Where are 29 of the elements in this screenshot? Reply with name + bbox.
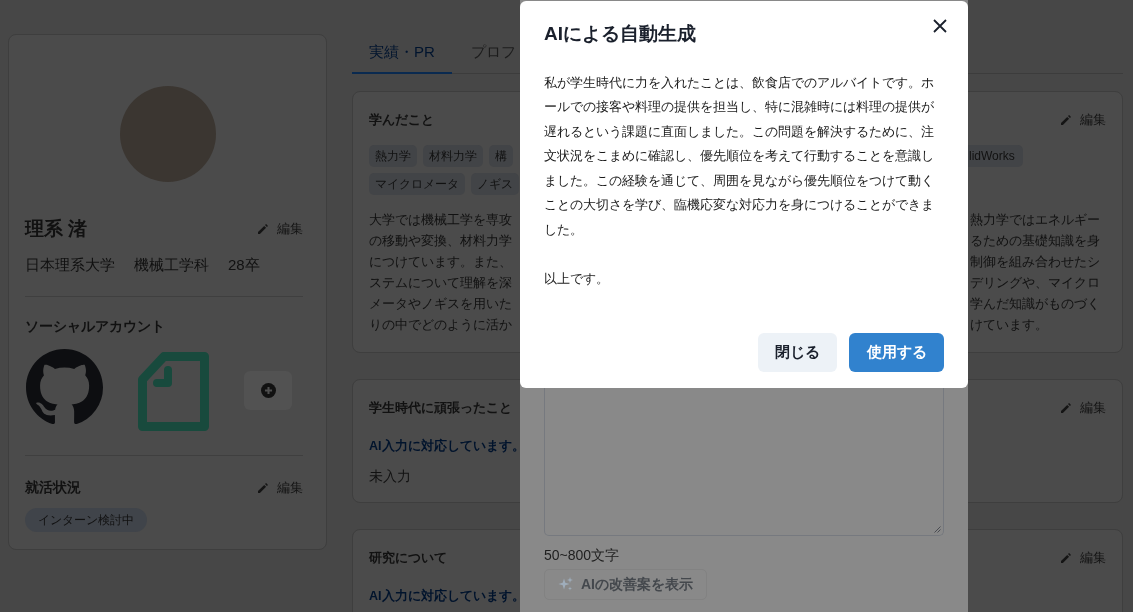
pencil-icon — [258, 224, 268, 234]
close-button[interactable] — [933, 19, 947, 33]
use-button[interactable]: 使用する — [849, 333, 944, 372]
section-title: 就活状況 — [25, 479, 81, 497]
card-title: 研究について — [369, 549, 447, 567]
section-title: ソーシャルアカウント — [25, 318, 166, 336]
user-name: 理系 渚 — [25, 217, 88, 241]
character-limit-text: 50~800文字 — [544, 546, 620, 565]
dialog-title: AIによる自動生成 — [544, 22, 696, 46]
close-dialog-button[interactable]: 閉じる — [758, 333, 837, 372]
ai-support-note: AI入力に対応しています。 — [369, 437, 525, 455]
ai-support-note: AI入力に対応しています。 — [369, 587, 525, 605]
dialog-text: 私が学生時代に力を入れたことは、飲食店でのアルバイトです。ホールでの接客や料理の提供を担当し、特に混雑時には料理の提供が遅れるという課題に直面しました。この問題を解決するために、注文状況をこまめに確認し、優先順位を考えて行動することを意識しました。この経験を通じて、周囲を見ながら優先順位をつけて動くことの大切さを学び、臨機応変な対応力を身につけることができました。 — [544, 73, 935, 239]
add-account-button[interactable] — [244, 371, 292, 410]
resize-handle-icon[interactable] — [933, 525, 941, 533]
close-icon — [933, 19, 947, 33]
dialog-text: 以上です。 — [544, 269, 610, 288]
tab[interactable]: 実績・PR — [352, 34, 452, 74]
plus-circle-icon — [260, 383, 276, 398]
affiliation-text: 28卒 — [228, 255, 260, 275]
pencil-icon — [1061, 115, 1071, 125]
sparkle-icon — [558, 577, 573, 592]
field-value: 未入力 — [369, 467, 411, 486]
card-title: 学生時代に頑張ったこと — [369, 399, 512, 417]
github-logo-icon[interactable] — [26, 349, 103, 426]
pencil-icon — [1061, 403, 1071, 413]
pencil-icon — [1061, 553, 1071, 563]
pencil-icon — [258, 483, 268, 493]
card-title: 学んだこと — [369, 111, 434, 129]
